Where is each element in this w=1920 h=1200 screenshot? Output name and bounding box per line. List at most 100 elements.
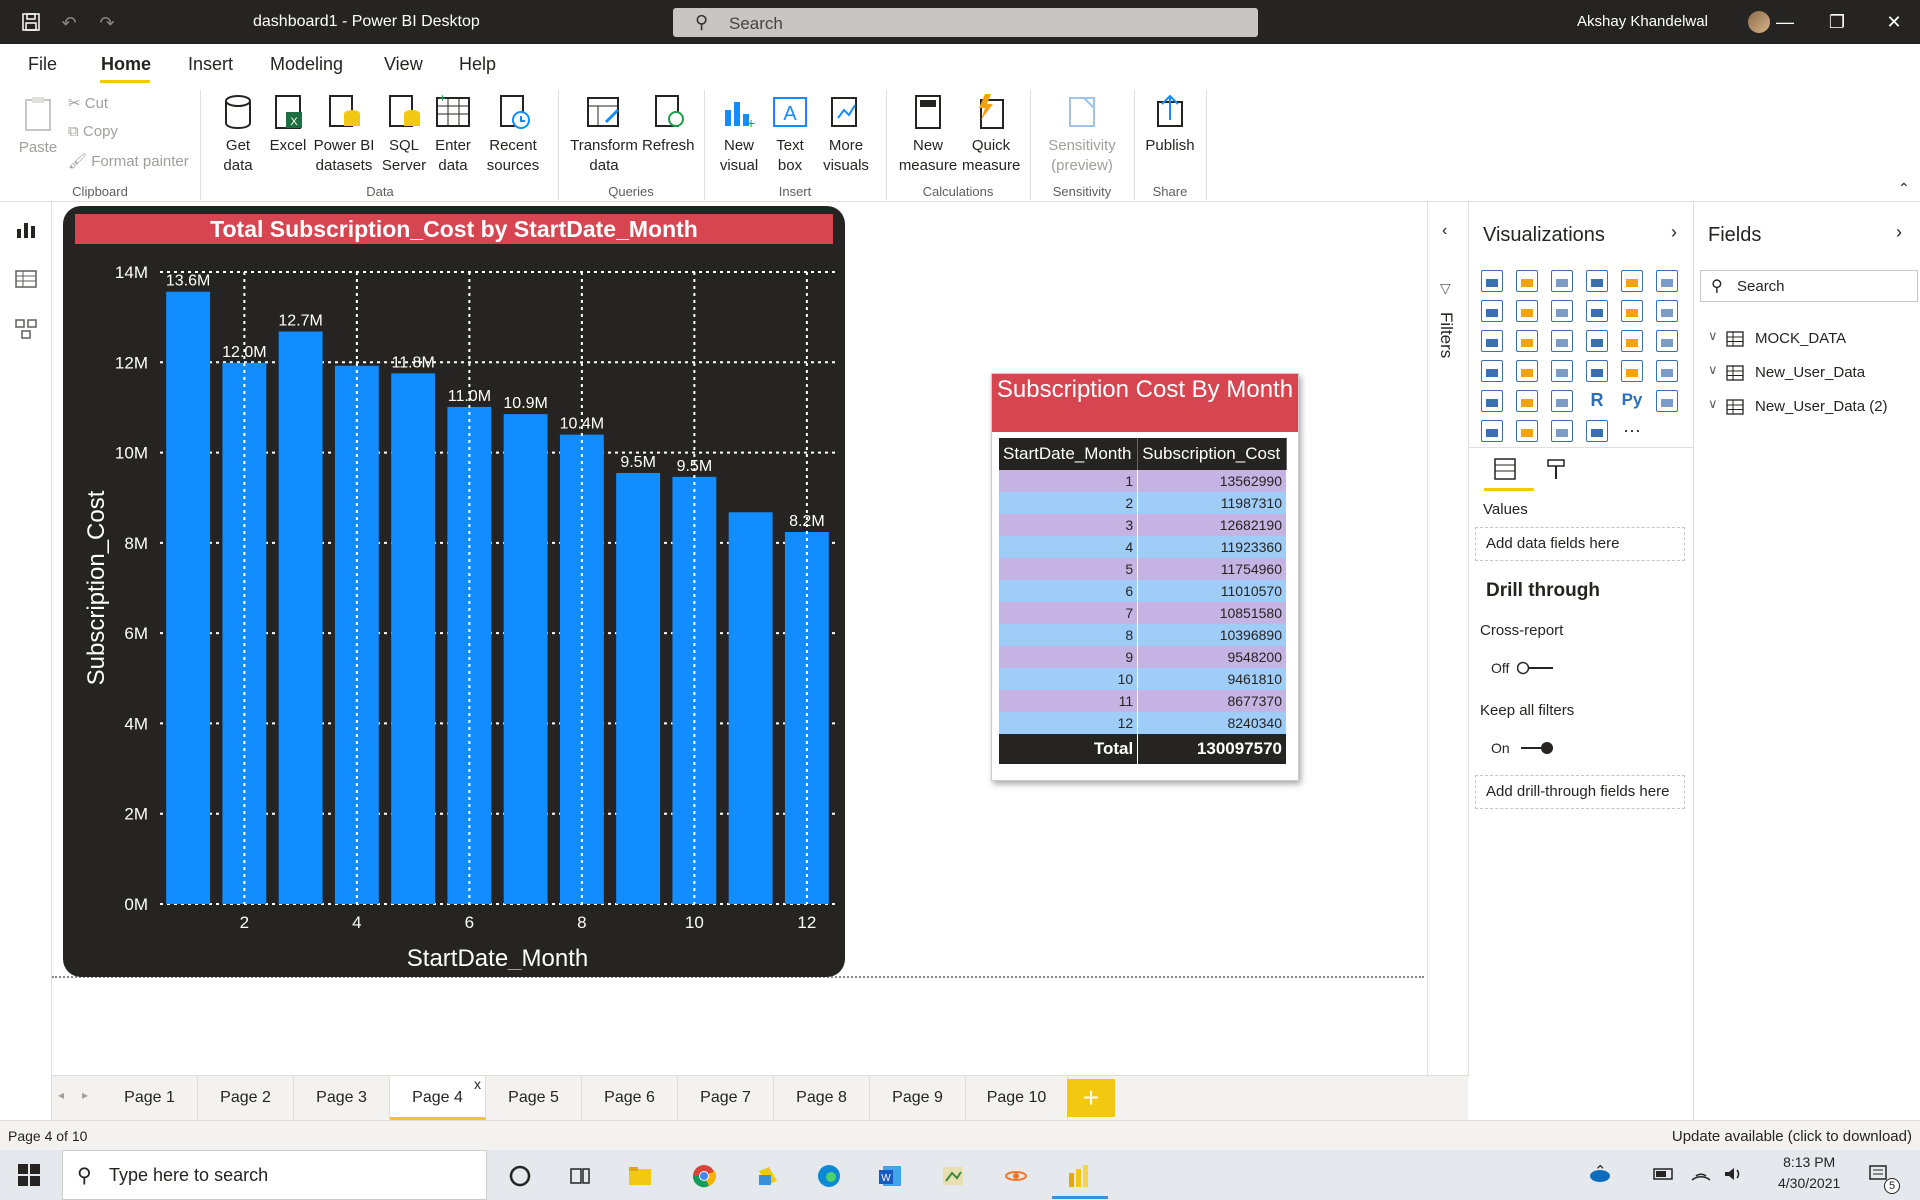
undo-icon[interactable]: ↶: [58, 12, 80, 34]
clustered-column-icon[interactable]: [1586, 270, 1608, 292]
pie-chart-icon[interactable]: [1586, 330, 1608, 352]
table-card[interactable]: Subscription Cost By Month StartDate_Mon…: [991, 373, 1299, 781]
volume-icon[interactable]: [1722, 1164, 1746, 1184]
bar[interactable]: [616, 472, 661, 904]
format-paint-roller-icon[interactable]: [1545, 457, 1569, 481]
gauge-icon[interactable]: [1551, 360, 1573, 382]
python-visual-icon[interactable]: Py: [1621, 390, 1643, 412]
paginated-report-icon[interactable]: [1586, 420, 1608, 442]
page-tab[interactable]: Page 10: [966, 1076, 1068, 1120]
chevron-right-icon[interactable]: ›: [1896, 222, 1902, 243]
tab-view[interactable]: View: [384, 54, 423, 75]
line-chart-icon[interactable]: [1481, 300, 1503, 322]
title-search-box[interactable]: ⚲ Search: [673, 8, 1258, 37]
table-row[interactable]: 2 11987310: [999, 492, 1287, 514]
keep-all-filters-toggle[interactable]: [1517, 741, 1557, 755]
cortana-icon[interactable]: [507, 1163, 533, 1189]
bar[interactable]: [728, 512, 773, 904]
stacked-bar-icon[interactable]: [1481, 270, 1503, 292]
power-bi-datasets-button[interactable]: Power BI datasets: [310, 92, 378, 176]
table-row[interactable]: 8 10396890: [999, 624, 1287, 646]
onedrive-icon[interactable]: [1588, 1164, 1612, 1184]
chevron-left-icon[interactable]: ‹: [1442, 222, 1447, 240]
save-icon[interactable]: [20, 12, 42, 34]
update-available-link[interactable]: Update available (click to download): [1672, 1128, 1912, 1145]
table-row[interactable]: 1 13562990: [999, 470, 1287, 492]
paste-button[interactable]: Paste: [14, 94, 62, 158]
redo-icon[interactable]: ↷: [96, 12, 118, 34]
100-stacked-column-icon[interactable]: [1656, 270, 1678, 292]
data-view-icon[interactable]: [14, 267, 38, 291]
cut-button[interactable]: ✂ Cut: [68, 94, 108, 112]
line-clustered-column-icon[interactable]: [1621, 300, 1643, 322]
donut-icon[interactable]: [1621, 330, 1643, 352]
task-view-icon[interactable]: [567, 1163, 593, 1189]
paint-app-icon[interactable]: [940, 1163, 966, 1189]
qa-icon[interactable]: [1516, 420, 1538, 442]
filters-pane[interactable]: ‹ ▽ Filters: [1427, 202, 1469, 1077]
filled-map-icon[interactable]: [1516, 360, 1538, 382]
word-icon[interactable]: W: [877, 1163, 903, 1189]
page-tab[interactable]: Page 1: [102, 1076, 198, 1120]
tab-modeling[interactable]: Modeling: [270, 54, 343, 75]
bar[interactable]: [278, 331, 323, 904]
publish-button[interactable]: Publish: [1142, 92, 1198, 156]
restore-icon[interactable]: ❐: [1825, 10, 1849, 34]
table-row[interactable]: 6 11010570: [999, 580, 1287, 602]
table-row[interactable]: 4 11923360: [999, 536, 1287, 558]
edge-icon[interactable]: [816, 1163, 842, 1189]
page-tab[interactable]: Page 8: [774, 1076, 870, 1120]
new-measure-button[interactable]: New measure: [896, 92, 960, 176]
add-page-button[interactable]: +: [1067, 1079, 1115, 1117]
tab-file[interactable]: File: [28, 54, 57, 75]
more-visuals-icon[interactable]: ···: [1621, 420, 1643, 442]
map-icon[interactable]: [1481, 360, 1503, 382]
slicer-icon[interactable]: [1481, 390, 1503, 412]
table-row[interactable]: 5 11754960: [999, 558, 1287, 580]
table-row[interactable]: 9 9548200: [999, 646, 1287, 668]
table-row[interactable]: 11 8677370: [999, 690, 1287, 712]
text-box-button[interactable]: A Text box: [766, 92, 814, 176]
close-page-icon[interactable]: x: [474, 1062, 481, 1106]
matrix-icon[interactable]: [1551, 390, 1573, 412]
chevron-right-icon[interactable]: ›: [1671, 222, 1677, 243]
bar[interactable]: [447, 406, 492, 904]
scatter-icon[interactable]: [1551, 330, 1573, 352]
bar[interactable]: [222, 362, 267, 904]
column-header[interactable]: Subscription_Cost: [1137, 438, 1287, 470]
file-explorer-icon[interactable]: [627, 1163, 653, 1189]
refresh-button[interactable]: Refresh: [642, 92, 695, 156]
page-tab[interactable]: Page 9: [870, 1076, 966, 1120]
wifi-icon[interactable]: [1690, 1164, 1714, 1184]
new-visual-button[interactable]: + New visual: [714, 92, 764, 176]
tab-help[interactable]: Help: [459, 54, 496, 75]
fields-search-input[interactable]: ⚲ Search: [1700, 270, 1918, 302]
kpi-icon[interactable]: [1656, 360, 1678, 382]
table-row[interactable]: 7 10851580: [999, 602, 1287, 624]
collapse-ribbon-icon[interactable]: ⌃: [1898, 180, 1910, 197]
decomposition-tree-icon[interactable]: [1481, 420, 1503, 442]
100-stacked-bar-icon[interactable]: [1621, 270, 1643, 292]
smart-narrative-icon[interactable]: [1551, 420, 1573, 442]
area-chart-icon[interactable]: [1516, 300, 1538, 322]
excel-button[interactable]: X Excel: [268, 92, 308, 156]
close-icon[interactable]: ✕: [1882, 10, 1906, 34]
page-tab[interactable]: Page 7: [678, 1076, 774, 1120]
sensitivity-button[interactable]: Sensitivity (preview): [1040, 92, 1124, 176]
r-visual-icon[interactable]: R: [1586, 390, 1608, 412]
card-icon[interactable]: [1586, 360, 1608, 382]
page-tab[interactable]: Page 5: [486, 1076, 582, 1120]
page-tab[interactable]: Page 3: [294, 1076, 390, 1120]
page-tab[interactable]: Page 6: [582, 1076, 678, 1120]
recent-sources-button[interactable]: Recent sources: [478, 92, 548, 176]
bar[interactable]: [391, 373, 436, 904]
battery-icon[interactable]: [1652, 1164, 1676, 1184]
power-bi-taskbar-icon[interactable]: [1065, 1163, 1091, 1189]
waterfall-icon[interactable]: [1481, 330, 1503, 352]
model-view-icon[interactable]: [14, 317, 38, 341]
bar[interactable]: [166, 291, 211, 904]
chrome-icon[interactable]: [691, 1163, 717, 1189]
tab-home[interactable]: Home: [101, 54, 151, 75]
table-row[interactable]: 3 12682190: [999, 514, 1287, 536]
table-row[interactable]: 10 9461810: [999, 668, 1287, 690]
